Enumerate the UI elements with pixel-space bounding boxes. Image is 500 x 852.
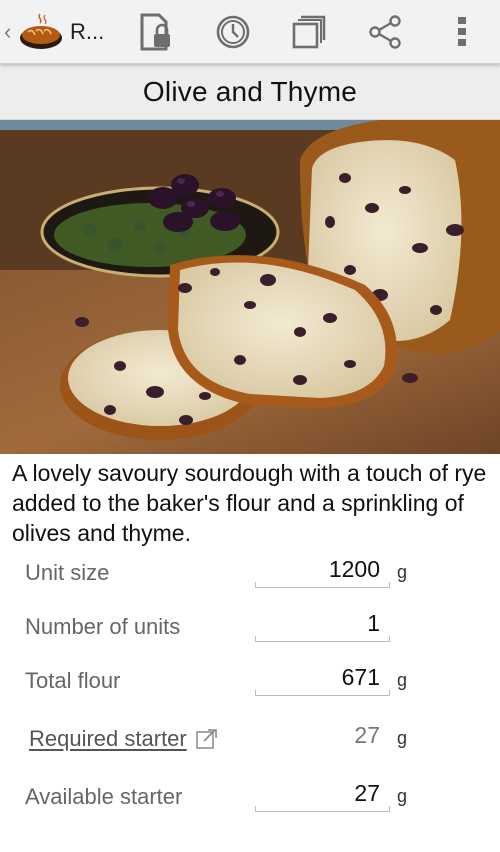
share-button[interactable] [357, 4, 413, 60]
unit-size-label: Unit size [25, 560, 110, 585]
required-starter-link[interactable]: Required starter [29, 726, 219, 752]
action-bar: ‹ R... [0, 0, 500, 64]
overflow-menu-button[interactable] [434, 4, 490, 60]
recipe-fields: Unit size 1200 g Number of units 1 Total… [0, 546, 500, 824]
required-starter-value: 27 [354, 722, 380, 748]
share-icon [369, 15, 402, 49]
recipe-title-bar: Olive and Thyme [0, 64, 500, 120]
unit-size-row: Unit size 1200 g [0, 546, 500, 600]
available-starter-label: Available starter [25, 784, 183, 809]
timer-button[interactable] [205, 4, 261, 60]
total-flour-input[interactable]: 671 [255, 658, 390, 696]
number-of-units-value: 1 [367, 610, 380, 636]
required-starter-unit: g [397, 728, 408, 748]
total-flour-row: Total flour 671 g [0, 654, 500, 708]
total-flour-label: Total flour [25, 668, 121, 693]
unit-size-value: 1200 [328, 556, 380, 582]
lock-document-icon [140, 13, 171, 51]
olive-bread-photo [0, 120, 500, 454]
available-starter-input[interactable]: 27 [255, 774, 390, 812]
copy-button[interactable] [281, 4, 337, 60]
timer-icon [216, 15, 249, 49]
up-navigation[interactable]: ‹ R... [0, 0, 104, 64]
copy-icon [292, 15, 326, 49]
number-of-units-input[interactable]: 1 [255, 604, 390, 642]
chevron-left-icon: ‹ [4, 18, 12, 44]
total-flour-unit: g [397, 670, 408, 690]
bread-loaf-logo [20, 13, 62, 49]
required-starter-label: Required starter [29, 726, 187, 751]
recipe-description: A lovely savoury sourdough with a touch … [12, 460, 487, 546]
available-starter-unit: g [397, 786, 408, 806]
number-of-units-row: Number of units 1 [0, 600, 500, 654]
required-starter-row: Required starter 27 g [0, 708, 500, 770]
unit-size-input[interactable]: 1200 [255, 550, 390, 588]
available-starter-value: 27 [354, 780, 380, 806]
available-starter-row: Available starter 27 g [0, 770, 500, 824]
app-title: R... [70, 18, 105, 44]
required-starter-display: 27 [255, 716, 390, 754]
overflow-menu-icon [457, 17, 466, 46]
lock-button[interactable] [128, 4, 184, 60]
number-of-units-label: Number of units [25, 614, 181, 639]
recipe-title: Olive and Thyme [142, 75, 358, 107]
unit-size-unit: g [397, 562, 408, 582]
open-external-icon [196, 729, 217, 749]
total-flour-value: 671 [341, 664, 380, 690]
